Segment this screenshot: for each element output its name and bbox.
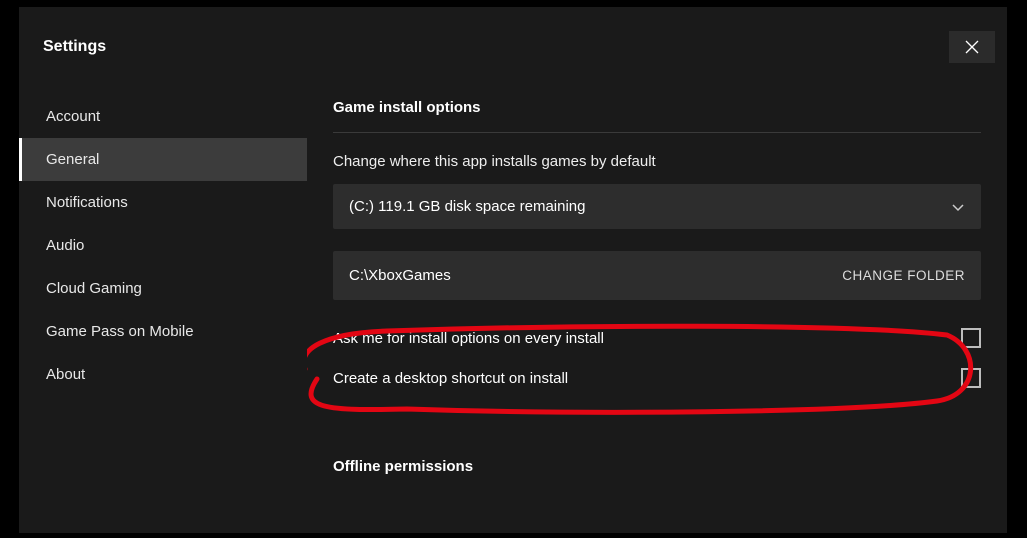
sidebar-item-notifications[interactable]: Notifications [19, 181, 307, 224]
sidebar-item-general[interactable]: General [19, 138, 307, 181]
change-folder-button[interactable]: CHANGE FOLDER [842, 268, 965, 283]
create-shortcut-checkbox[interactable] [961, 368, 981, 388]
sidebar-item-about[interactable]: About [19, 353, 307, 396]
sidebar-item-cloud-gaming[interactable]: Cloud Gaming [19, 267, 307, 310]
sidebar-item-label: General [46, 151, 99, 168]
sidebar-item-label: Cloud Gaming [46, 280, 142, 297]
install-folder-row: C:\XboxGames CHANGE FOLDER [333, 251, 981, 300]
drive-select[interactable]: (C:) 119.1 GB disk space remaining [333, 184, 981, 229]
settings-title: Settings [43, 38, 106, 56]
settings-modal: Settings Account General Notifications A… [18, 6, 1008, 534]
chevron-down-icon [951, 200, 965, 214]
sidebar-item-account[interactable]: Account [19, 95, 307, 138]
modal-body: Account General Notifications Audio Clou… [19, 87, 1007, 533]
create-shortcut-label: Create a desktop shortcut on install [333, 370, 568, 387]
sidebar-item-label: Notifications [46, 194, 128, 211]
sidebar-item-audio[interactable]: Audio [19, 224, 307, 267]
install-folder-path: C:\XboxGames [349, 267, 451, 284]
close-button[interactable] [949, 31, 995, 63]
close-icon [965, 40, 979, 54]
ask-install-options-label: Ask me for install options on every inst… [333, 330, 604, 347]
change-where-label: Change where this app installs games by … [333, 153, 981, 170]
titlebar: Settings [19, 7, 1007, 87]
sidebar-item-label: Game Pass on Mobile [46, 323, 194, 340]
sidebar-item-label: Account [46, 108, 100, 125]
sidebar-item-label: Audio [46, 237, 84, 254]
sidebar: Account General Notifications Audio Clou… [19, 87, 307, 533]
section-title-install: Game install options [333, 99, 981, 133]
ask-install-options-row: Ask me for install options on every inst… [333, 318, 981, 358]
sidebar-item-game-pass-mobile[interactable]: Game Pass on Mobile [19, 310, 307, 353]
sidebar-item-label: About [46, 366, 85, 383]
create-shortcut-row: Create a desktop shortcut on install [333, 358, 981, 398]
drive-selected-text: (C:) 119.1 GB disk space remaining [349, 198, 586, 215]
main-panel: Game install options Change where this a… [307, 87, 1007, 533]
section-title-offline: Offline permissions [333, 458, 981, 491]
ask-install-options-checkbox[interactable] [961, 328, 981, 348]
